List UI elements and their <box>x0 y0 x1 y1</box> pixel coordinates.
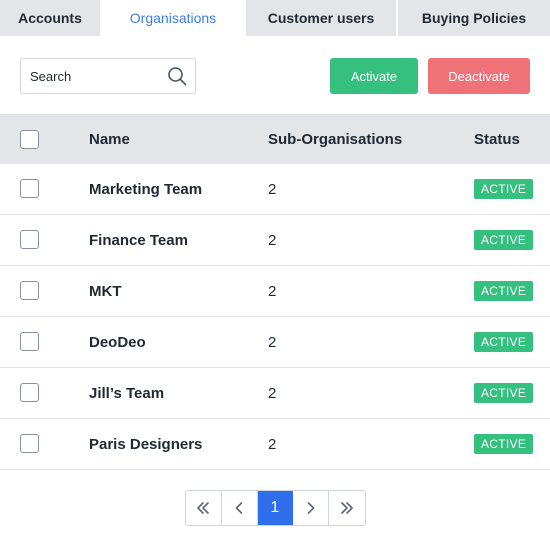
row-checkbox[interactable] <box>20 383 39 402</box>
status-badge: ACTIVE <box>474 230 534 250</box>
status-badge: ACTIVE <box>474 434 534 454</box>
select-all-checkbox[interactable] <box>20 130 39 149</box>
sub-organisations-count: 2 <box>268 231 277 249</box>
activate-button[interactable]: Activate <box>330 58 418 94</box>
organisation-name[interactable]: Finance Team <box>89 215 188 265</box>
status-badge: ACTIVE <box>474 179 534 199</box>
row-checkbox[interactable] <box>20 230 39 249</box>
row-checkbox[interactable] <box>20 434 39 453</box>
search-box <box>20 58 196 94</box>
sub-organisations-count: 2 <box>268 180 277 198</box>
row-checkbox[interactable] <box>20 179 39 198</box>
tab-buying-policies[interactable]: Buying Policies <box>398 0 550 36</box>
double-chevron-right-icon <box>341 502 353 514</box>
page-button-current[interactable]: 1 <box>257 491 294 525</box>
status-badge: ACTIVE <box>474 383 534 403</box>
status-badge: ACTIVE <box>474 332 534 352</box>
sub-organisations-count: 2 <box>268 333 277 351</box>
table-row: Jill’s Team 2 ACTIVE <box>0 368 550 419</box>
row-checkbox[interactable] <box>20 332 39 351</box>
row-checkbox[interactable] <box>20 281 39 300</box>
column-header-status: Status <box>474 130 520 148</box>
status-badge: ACTIVE <box>474 281 534 301</box>
table-row: Paris Designers 2 ACTIVE <box>0 419 550 470</box>
next-page-button[interactable] <box>293 491 330 525</box>
column-header-sub-organisations: Sub-Organisations <box>268 130 403 148</box>
tab-accounts[interactable]: Accounts <box>0 0 100 36</box>
table-row: Finance Team 2 ACTIVE <box>0 215 550 266</box>
pagination: 1 <box>185 490 366 526</box>
organisation-name[interactable]: Jill’s Team <box>89 368 164 418</box>
previous-page-button[interactable] <box>222 491 258 525</box>
tab-organisations[interactable]: Organisations <box>102 0 244 36</box>
search-icon[interactable] <box>167 66 187 86</box>
organisation-name[interactable]: MKT <box>89 266 122 316</box>
organisation-name[interactable]: Marketing Team <box>89 164 202 214</box>
chevron-left-icon <box>235 502 243 514</box>
double-chevron-left-icon <box>197 502 210 514</box>
sub-organisations-count: 2 <box>268 435 277 453</box>
chevron-right-icon <box>307 502 315 514</box>
tab-customer-users[interactable]: Customer users <box>246 0 396 36</box>
deactivate-button[interactable]: Deactivate <box>428 58 530 94</box>
last-page-button[interactable] <box>329 491 365 525</box>
first-page-button[interactable] <box>186 491 222 525</box>
table-row: MKT 2 ACTIVE <box>0 266 550 317</box>
sub-organisations-count: 2 <box>268 384 277 402</box>
organisation-name[interactable]: Paris Designers <box>89 419 202 469</box>
sub-organisations-count: 2 <box>268 282 277 300</box>
table-row: Marketing Team 2 ACTIVE <box>0 164 550 215</box>
table-row: DeoDeo 2 ACTIVE <box>0 317 550 368</box>
table-header: Name Sub-Organisations Status <box>0 114 550 164</box>
tab-bar: Accounts Organisations Customer users Bu… <box>0 0 550 36</box>
organisation-name[interactable]: DeoDeo <box>89 317 146 367</box>
column-header-name: Name <box>89 130 130 148</box>
search-input[interactable] <box>21 61 161 91</box>
